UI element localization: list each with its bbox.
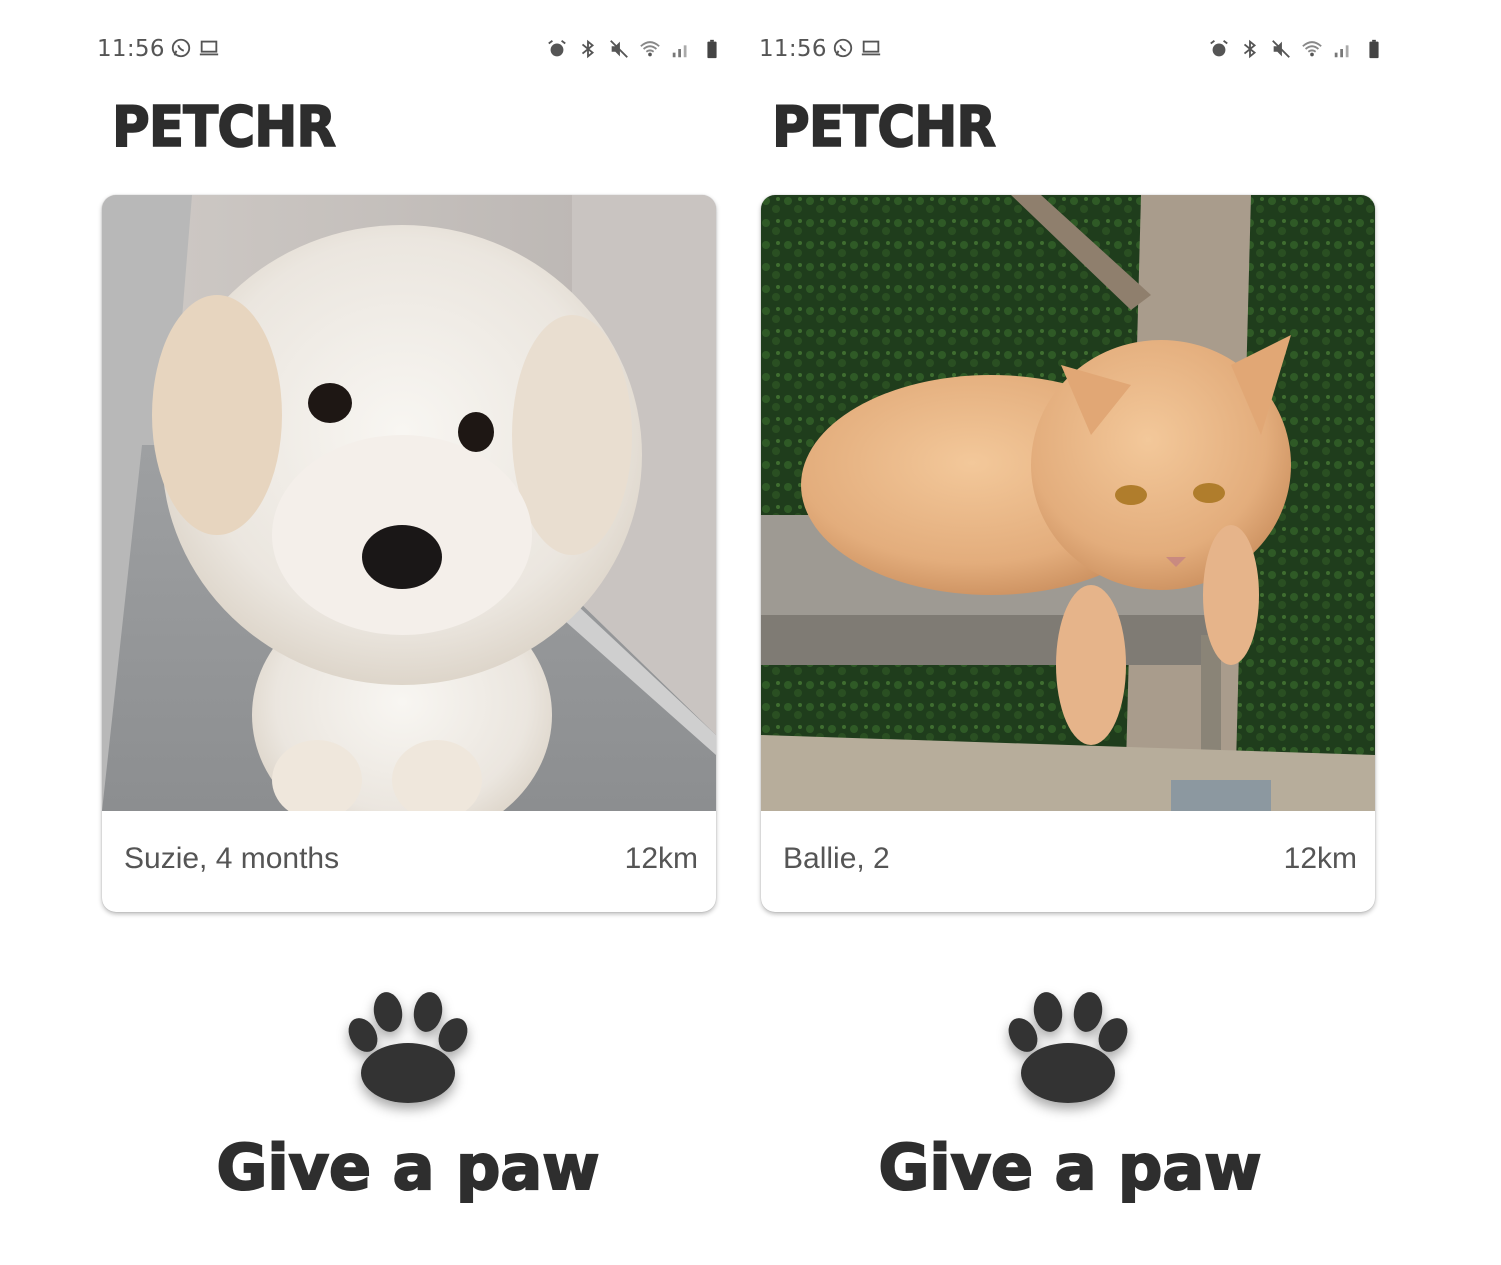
phone-screen-1: 11:56 PETCHR Suzie, 4 months 12km Give a… <box>0 0 717 1265</box>
bluetooth-icon <box>1243 39 1257 59</box>
whatsapp-icon <box>833 38 853 58</box>
give-paw-label[interactable]: Give a paw <box>840 1132 1300 1202</box>
signal-icon <box>1334 45 1349 58</box>
status-left-icons <box>832 37 882 59</box>
pet-photo-cat <box>761 195 1375 811</box>
paw-icon <box>1008 992 1128 1103</box>
pet-card[interactable]: Ballie, 2 12km <box>761 195 1375 912</box>
pet-photo-dog <box>102 195 716 811</box>
pet-card-footer: Ballie, 2 12km <box>761 811 1375 912</box>
pet-name-age: Suzie, 4 months <box>124 841 340 875</box>
give-paw-button[interactable] <box>338 985 478 1115</box>
pet-card-footer: Suzie, 4 months 12km <box>102 811 716 912</box>
give-paw-button[interactable] <box>998 985 1138 1115</box>
alarm-icon <box>1210 40 1228 57</box>
status-time: 11:56 <box>97 36 165 62</box>
status-left-icons <box>170 37 220 59</box>
phone-screen-2: 11:56 PETCHR Ballie, 2 12km Give a paw <box>660 0 1379 1265</box>
whatsapp-icon <box>171 38 191 58</box>
app-brand-title: PETCHR <box>111 95 337 160</box>
wifi-icon <box>1302 41 1322 57</box>
status-right-icons <box>1208 38 1385 60</box>
battery-icon <box>1369 39 1379 59</box>
mute-icon <box>610 40 628 58</box>
bluetooth-icon <box>581 39 595 59</box>
paw-icon <box>348 992 468 1103</box>
status-time: 11:56 <box>759 36 827 62</box>
laptop-icon <box>861 40 881 56</box>
pet-distance: 12km <box>1283 841 1357 875</box>
mute-icon <box>1272 40 1290 58</box>
pet-name-age: Ballie, 2 <box>783 841 890 875</box>
alarm-icon <box>548 40 566 57</box>
app-brand-title: PETCHR <box>771 95 997 160</box>
pet-card[interactable]: Suzie, 4 months 12km <box>102 195 716 912</box>
laptop-icon <box>199 40 219 56</box>
give-paw-label[interactable]: Give a paw <box>178 1132 638 1202</box>
wifi-icon <box>640 41 660 57</box>
